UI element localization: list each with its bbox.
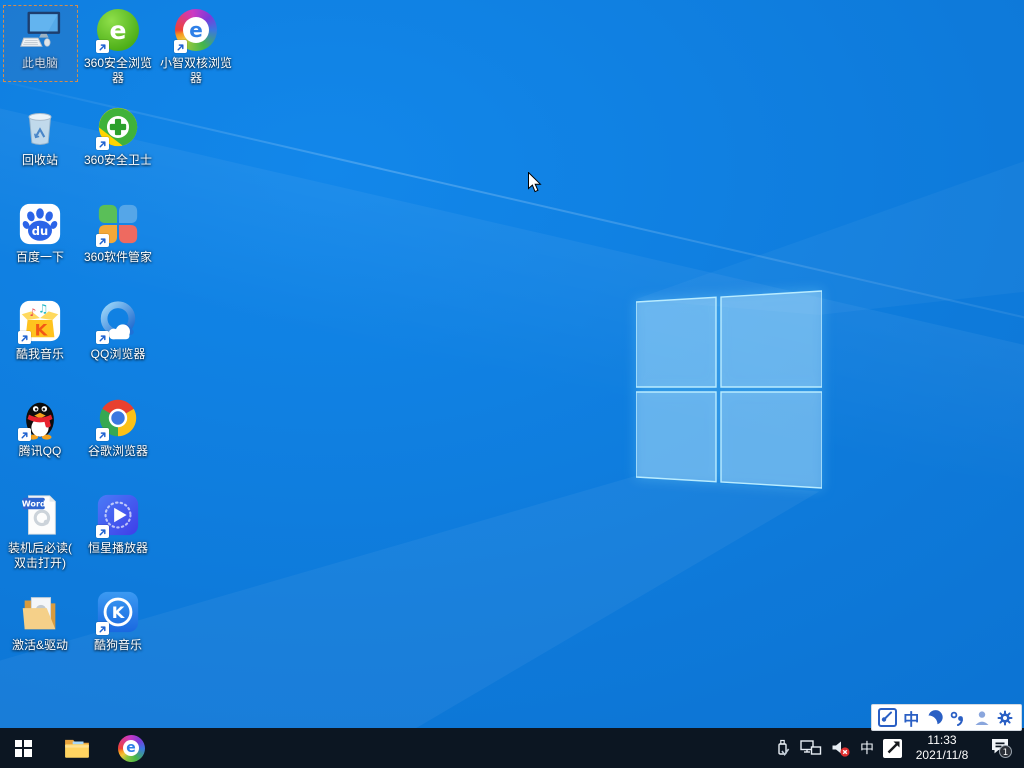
this-pc-icon <box>17 7 63 53</box>
desktop-icon-grid: 此电脑 回收站 du 百度一下 ♪ ♫ K 酷我音乐 腾讯QQ Word 装机后… <box>1 5 235 684</box>
ime-chinese-mode-button[interactable]: 中 <box>901 707 921 729</box>
360-secure-browser-icon: e <box>95 7 141 53</box>
desktop-icon-label: 此电脑 <box>21 56 58 70</box>
desktop-icon-label: 激活&驱动 <box>11 638 68 652</box>
desktop-icon-label: 装机后必读( 双击打开) <box>8 541 72 570</box>
desktop-icon-activation-drivers[interactable]: 激活&驱动 <box>1 587 79 684</box>
browser-e-icon: e <box>117 734 145 762</box>
qq-browser-icon <box>95 298 141 344</box>
desktop-icon-kugou-music[interactable]: K 酷狗音乐 <box>79 587 157 684</box>
360-safeguard-icon <box>95 104 141 150</box>
desktop-icon-label: 百度一下 <box>15 250 64 264</box>
svg-text:K: K <box>112 603 126 622</box>
tray-360-icon[interactable] <box>883 738 902 758</box>
mouse-cursor <box>528 172 542 193</box>
recycle-bin-icon <box>17 104 63 150</box>
desktop-icon-google-chrome[interactable]: 谷歌浏览器 <box>79 393 157 490</box>
shortcut-arrow-icon <box>96 525 109 538</box>
volume-muted-icon[interactable] <box>831 739 851 758</box>
file-explorer-button[interactable] <box>54 728 100 768</box>
windows-start-icon <box>14 739 32 757</box>
shortcut-arrow-icon <box>96 622 109 635</box>
windows-logo <box>636 290 822 489</box>
desktop-icon-label: 恒星播放器 <box>87 541 148 555</box>
hengxing-player-icon <box>95 492 141 538</box>
ime-settings-gear-icon[interactable] <box>995 707 1015 729</box>
desktop-icon-label: 腾讯QQ <box>18 444 62 458</box>
desktop-icon-label: 360软件管家 <box>83 250 153 264</box>
shortcut-arrow-icon <box>96 234 109 247</box>
desktop-icon-360-safeguard[interactable]: 360安全卫士 <box>79 102 157 199</box>
desktop-icon-label: QQ浏览器 <box>90 347 146 361</box>
ime-skin-person-icon[interactable] <box>972 707 992 729</box>
desktop-icon-this-pc[interactable]: 此电脑 <box>1 5 79 102</box>
notification-center-button[interactable]: 1 <box>986 733 1016 763</box>
ime-logo-icon[interactable] <box>878 707 898 729</box>
clock-time: 11:33 <box>927 733 957 747</box>
desktop-icon-label: 360安全浏览 器 <box>83 56 153 85</box>
svg-text:Word: Word <box>22 498 46 508</box>
xiaozhi-browser-icon: e <box>173 7 219 53</box>
desktop-icon-label: 酷狗音乐 <box>93 638 142 652</box>
taskbar: e 中 11:33 2021/11/8 1 <box>0 728 1024 768</box>
desktop-icon-kuwo-music[interactable]: ♪ ♫ K 酷我音乐 <box>1 296 79 393</box>
clock-date: 2021/11/8 <box>915 748 969 762</box>
360-software-manager-icon <box>95 201 141 247</box>
usb-device-icon[interactable] <box>774 739 791 758</box>
svg-text:♪: ♪ <box>29 307 36 319</box>
start-button[interactable] <box>0 728 46 768</box>
desktop-icon-tencent-qq[interactable]: 腾讯QQ <box>1 393 79 490</box>
desktop-icon-label: 小智双核浏览 器 <box>159 56 232 85</box>
shortcut-arrow-icon <box>18 428 31 441</box>
browser-button[interactable]: e <box>108 728 154 768</box>
system-tray: 中 11:33 2021/11/8 1 <box>774 728 1024 768</box>
svg-text:K: K <box>35 320 49 339</box>
desktop-icon-label: 酷我音乐 <box>15 347 64 361</box>
desktop-icon-baidu[interactable]: du 百度一下 <box>1 199 79 296</box>
network-icon[interactable] <box>800 739 822 757</box>
activation-drivers-folder-icon <box>17 589 63 635</box>
desktop-icon-readme-doc[interactable]: Word 装机后必读( 双击打开) <box>1 490 79 587</box>
shortcut-arrow-icon <box>96 137 109 150</box>
kuwo-music-icon: ♪ ♫ K <box>17 298 63 344</box>
svg-text:♫: ♫ <box>38 301 48 315</box>
shortcut-arrow-icon <box>18 331 31 344</box>
desktop: 此电脑 回收站 du 百度一下 ♪ ♫ K 酷我音乐 腾讯QQ Word 装机后… <box>0 0 1024 768</box>
desktop-icon-hengxing-player[interactable]: 恒星播放器 <box>79 490 157 587</box>
ime-half-moon-icon[interactable] <box>925 707 945 729</box>
shortcut-arrow-icon <box>96 428 109 441</box>
notification-icon: 1 <box>992 739 1012 758</box>
desktop-icon-label: 360安全卫士 <box>83 153 153 167</box>
svg-text:du: du <box>32 224 48 238</box>
desktop-icon-360-secure-browser[interactable]: e 360安全浏览 器 <box>79 5 157 102</box>
desktop-icon-360-software-manager[interactable]: 360软件管家 <box>79 199 157 296</box>
desktop-icon-recycle-bin[interactable]: 回收站 <box>1 102 79 199</box>
desktop-icon-xiaozhi-browser[interactable]: e 小智双核浏览 器 <box>157 5 235 102</box>
kugou-music-icon: K <box>95 589 141 635</box>
file-explorer-icon <box>65 739 89 758</box>
tencent-qq-icon <box>17 395 63 441</box>
notification-badge: 1 <box>1003 748 1009 758</box>
ime-punctuation-icon[interactable] <box>948 707 968 729</box>
shortcut-arrow-icon <box>96 40 109 53</box>
ime-status-bar: 中 <box>871 704 1022 731</box>
shortcut-arrow-icon <box>96 331 109 344</box>
baidu-icon: du <box>17 201 63 247</box>
desktop-icon-label: 回收站 <box>21 153 58 167</box>
desktop-icon-label: 谷歌浏览器 <box>87 444 148 458</box>
tray-ime-language-indicator[interactable]: 中 <box>860 738 874 758</box>
readme-doc-icon: Word <box>17 492 63 538</box>
taskbar-clock[interactable]: 11:33 2021/11/8 <box>911 733 973 763</box>
desktop-icon-qq-browser[interactable]: QQ浏览器 <box>79 296 157 393</box>
google-chrome-icon <box>95 395 141 441</box>
